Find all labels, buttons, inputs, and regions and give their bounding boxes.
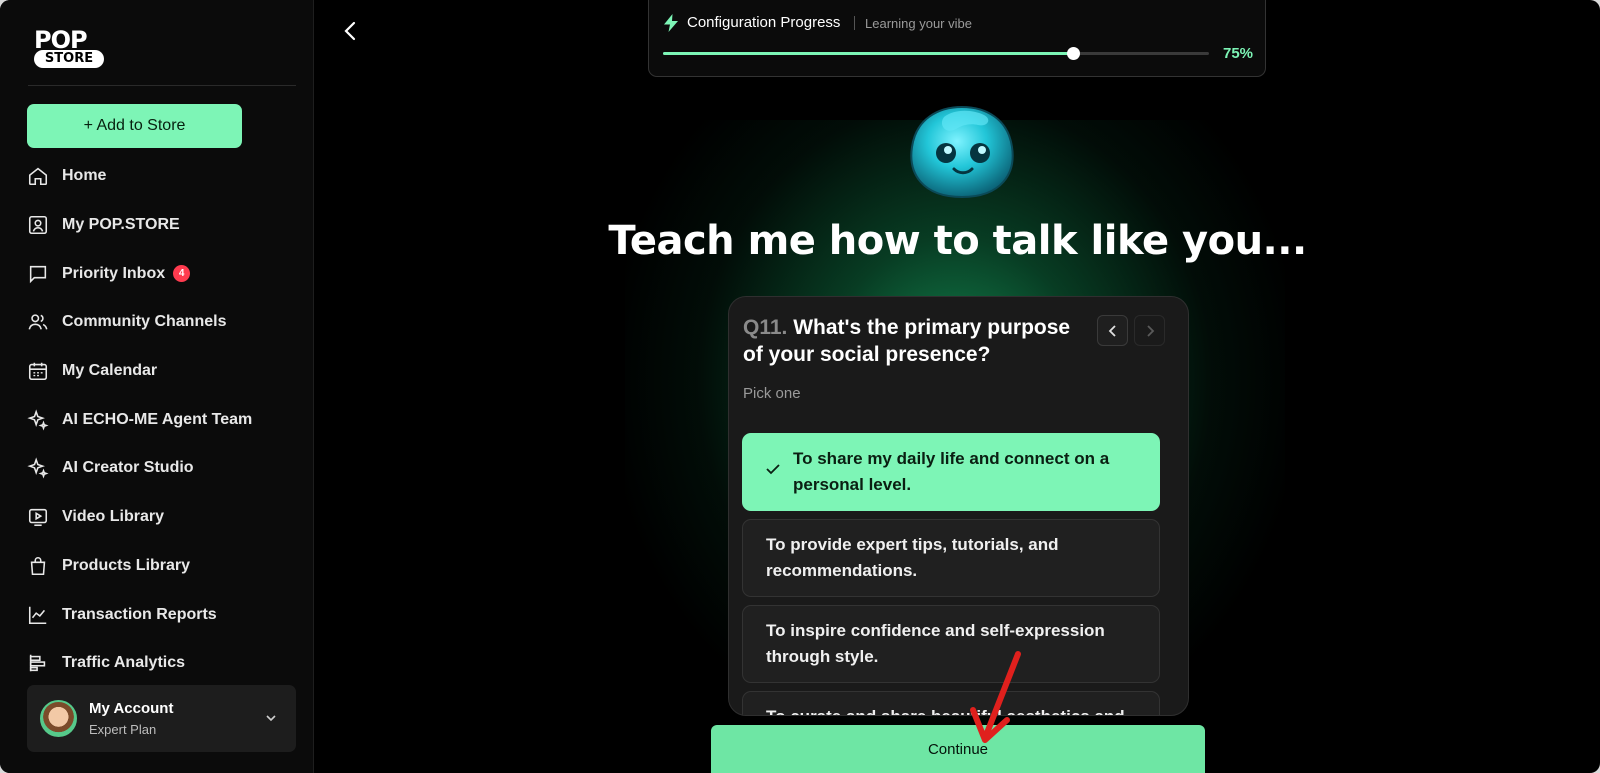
sidebar-item-label: Home: [62, 167, 107, 185]
back-arrow-icon[interactable]: [338, 18, 364, 44]
sidebar-item-label: Community Channels: [62, 313, 227, 331]
bag-icon: [27, 555, 49, 577]
sidebar-item-home[interactable]: Home: [27, 152, 297, 201]
answer-option-2[interactable]: To provide expert tips, tutorials, and r…: [742, 519, 1160, 597]
sidebar-item-label: Video Library: [62, 508, 164, 526]
video-icon: [27, 506, 49, 528]
line-chart-icon: [27, 604, 49, 626]
sidebar-item-label: Products Library: [62, 556, 191, 574]
continue-button[interactable]: Continue: [711, 725, 1205, 773]
account-menu[interactable]: My Account Expert Plan: [27, 685, 296, 752]
configuration-progress: Configuration Progress Learning your vib…: [648, 0, 1266, 77]
sidebar-item-label: My Calendar: [62, 362, 158, 380]
lightning-icon: [664, 14, 678, 32]
sidebar-item-video-library[interactable]: Video Library: [27, 493, 297, 542]
home-icon: [27, 165, 49, 187]
sidebar: POP STORE + Add to Store Home My POP.STO…: [0, 0, 314, 773]
chevron-right-icon: [1147, 325, 1155, 337]
previous-question-button[interactable]: [1097, 315, 1128, 346]
question-hint: Pick one: [743, 385, 801, 402]
option-label: To share my daily life and connect on a …: [793, 449, 1110, 494]
app-window: POP STORE + Add to Store Home My POP.STO…: [0, 0, 1600, 773]
check-icon: [766, 464, 780, 475]
sidebar-item-my-calendar[interactable]: My Calendar: [27, 347, 297, 396]
unread-badge: 4: [173, 265, 191, 283]
chevron-left-icon: [1108, 325, 1116, 337]
option-label: To provide expert tips, tutorials, and r…: [766, 535, 1059, 580]
divider: [854, 16, 855, 30]
progress-thumb: [1066, 47, 1080, 60]
chevron-down-icon: [266, 715, 276, 722]
sidebar-item-label: Transaction Reports: [62, 605, 217, 623]
account-name: My Account: [89, 700, 174, 717]
progress-percent: 75%: [1223, 45, 1254, 62]
sparkle-icon: [27, 409, 49, 431]
logo-text-store: STORE: [34, 50, 104, 68]
sidebar-item-community-channels[interactable]: Community Channels: [27, 298, 297, 347]
mascot-blob-icon: [910, 105, 1014, 199]
page-headline: Teach me how to talk like you...: [608, 218, 1307, 264]
sidebar-nav: Home My POP.STORE Priority Inbox 4 Commu…: [27, 152, 297, 688]
sidebar-item-label: Traffic Analytics: [62, 654, 186, 672]
sidebar-item-products-library[interactable]: Products Library: [27, 542, 297, 591]
progress-fill: [663, 52, 1073, 55]
option-label: To curate and share beautiful aesthetics…: [766, 707, 1125, 715]
progress-subtitle: Learning your vibe: [865, 16, 972, 31]
sidebar-item-label: Priority Inbox: [62, 264, 166, 282]
profile-icon: [27, 214, 49, 236]
avatar: [40, 700, 77, 737]
progress-track: [663, 47, 1209, 60]
answer-option-4[interactable]: To curate and share beautiful aesthetics…: [742, 691, 1160, 715]
calendar-icon: [27, 360, 49, 382]
bars-icon: [27, 652, 49, 674]
question-number: Q11.: [743, 316, 788, 339]
next-question-button[interactable]: [1134, 315, 1165, 346]
sidebar-item-transaction-reports[interactable]: Transaction Reports: [27, 590, 297, 639]
progress-title: Configuration Progress: [687, 14, 841, 31]
sidebar-item-ai-creator-studio[interactable]: AI Creator Studio: [27, 444, 297, 493]
sidebar-item-ai-echo-me-agent-team[interactable]: AI ECHO-ME Agent Team: [27, 395, 297, 444]
answer-option-1[interactable]: To share my daily life and connect on a …: [742, 433, 1160, 511]
account-plan: Expert Plan: [89, 722, 157, 737]
sidebar-item-my-pop-store[interactable]: My POP.STORE: [27, 201, 297, 250]
chat-icon: [27, 263, 49, 285]
sidebar-item-label: AI Creator Studio: [62, 459, 194, 477]
sidebar-item-label: AI ECHO-ME Agent Team: [62, 410, 253, 428]
pop-store-logo[interactable]: POP STORE: [34, 26, 104, 68]
sidebar-item-priority-inbox[interactable]: Priority Inbox 4: [27, 249, 297, 298]
option-label: To inspire confidence and self-expressio…: [766, 621, 1105, 666]
question-text: What's the primary purpose of your socia…: [743, 316, 1071, 366]
sparkle-icon: [27, 457, 49, 479]
users-icon: [27, 311, 49, 333]
sidebar-item-label: My POP.STORE: [62, 216, 180, 234]
main-content: Configuration Progress Learning your vib…: [315, 0, 1600, 773]
sidebar-item-traffic-analytics[interactable]: Traffic Analytics: [27, 639, 297, 688]
sidebar-divider: [28, 85, 296, 86]
question-card: Q11. What's the primary purpose of your …: [728, 296, 1189, 716]
question-title: Q11. What's the primary purpose of your …: [743, 314, 1078, 368]
add-to-store-button[interactable]: + Add to Store: [27, 104, 242, 148]
answer-option-3[interactable]: To inspire confidence and self-expressio…: [742, 605, 1160, 683]
